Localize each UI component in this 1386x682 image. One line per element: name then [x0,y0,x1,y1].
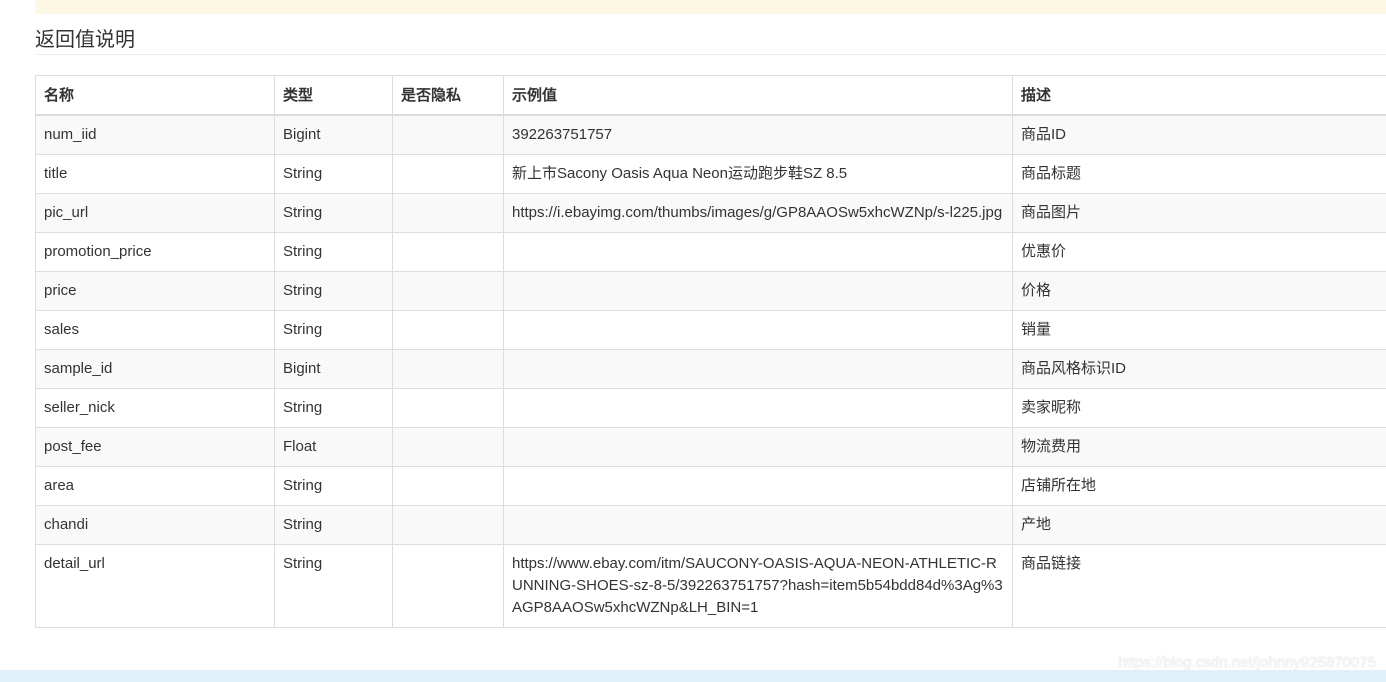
cell-description: 商品ID [1012,114,1386,155]
cell-private [392,505,504,545]
cell-name: promotion_price [35,232,275,272]
cell-private [392,427,504,467]
cell-example [503,232,1013,272]
cell-example: https://www.ebay.com/itm/SAUCONY-OASIS-A… [503,544,1013,628]
cell-private [392,310,504,350]
cell-private [392,154,504,194]
cell-name: detail_url [35,544,275,628]
cell-description: 商品链接 [1012,544,1386,628]
cell-example [503,388,1013,428]
table-row: promotion_price String 优惠价 [35,232,1386,272]
cell-name: num_iid [35,114,275,155]
table-row: num_iid Bigint 392263751757 商品ID [35,114,1386,155]
cell-example: 392263751757 [503,114,1013,155]
page: 返回值说明 名称 类型 是否隐私 示例值 描述 num_iid Bigint 392… [0,0,1386,682]
cell-description: 物流费用 [1012,427,1386,467]
cell-type: String [274,154,393,194]
cell-example [503,349,1013,389]
header-type: 类型 [274,75,393,116]
cell-description: 商品图片 [1012,193,1386,233]
cell-private [392,193,504,233]
cell-example [503,466,1013,506]
cell-private [392,544,504,628]
watermark: https://blog.csdn.net/johnny925870075 [1118,654,1376,671]
cell-example [503,427,1013,467]
table-row: sales String 销量 [35,310,1386,350]
cell-name: seller_nick [35,388,275,428]
cell-name: area [35,466,275,506]
cell-name: post_fee [35,427,275,467]
cell-description: 卖家昵称 [1012,388,1386,428]
table-row: title String 新上市Sacony Oasis Aqua Neon运动跑步… [35,154,1386,194]
cell-type: Bigint [274,114,393,155]
header-example: 示例值 [503,75,1013,116]
cell-description: 价格 [1012,271,1386,311]
cell-description: 商品标题 [1012,154,1386,194]
cell-example: https://i.ebayimg.com/thumbs/images/g/GP… [503,193,1013,233]
header-description: 描述 [1012,75,1386,116]
header-name: 名称 [35,75,275,116]
section-divider [35,54,1386,55]
cell-description: 商品风格标识ID [1012,349,1386,389]
table-header-row: 名称 类型 是否隐私 示例值 描述 [35,75,1386,116]
header-private: 是否隐私 [392,75,504,116]
cell-type: String [274,466,393,506]
table-row: chandi String 产地 [35,505,1386,545]
cell-description: 产地 [1012,505,1386,545]
cell-example [503,505,1013,545]
cell-type: String [274,310,393,350]
cell-private [392,232,504,272]
cell-private [392,271,504,311]
table-row: detail_url String https://www.ebay.com/itm… [35,544,1386,628]
cell-name: pic_url [35,193,275,233]
bottom-bar [0,670,1386,682]
cell-name: sales [35,310,275,350]
cell-name: chandi [35,505,275,545]
table-row: pic_url String https://i.ebayimg.com/thumb… [35,193,1386,233]
cell-description: 销量 [1012,310,1386,350]
cell-private [392,388,504,428]
table-row: area String 店铺所在地 [35,466,1386,506]
table-row: post_fee Float 物流费用 [35,427,1386,467]
cell-example: 新上市Sacony Oasis Aqua Neon运动跑步鞋SZ 8.5 [503,154,1013,194]
cell-private [392,466,504,506]
cell-private [392,349,504,389]
cell-private [392,114,504,155]
cell-type: String [274,232,393,272]
cell-description: 优惠价 [1012,232,1386,272]
return-values-table: 名称 类型 是否隐私 示例值 描述 num_iid Bigint 392263751… [35,75,1386,628]
cell-example [503,310,1013,350]
cell-name: price [35,271,275,311]
table-row: sample_id Bigint 商品风格标识ID [35,349,1386,389]
cell-type: Float [274,427,393,467]
cell-type: String [274,271,393,311]
cell-type: String [274,505,393,545]
cell-name: title [35,154,275,194]
cell-type: String [274,544,393,628]
cell-type: String [274,388,393,428]
table-row: price String 价格 [35,271,1386,311]
top-notice-banner [35,0,1386,14]
cell-example [503,271,1013,311]
table-row: seller_nick String 卖家昵称 [35,388,1386,428]
cell-type: Bigint [274,349,393,389]
cell-type: String [274,193,393,233]
cell-description: 店铺所在地 [1012,466,1386,506]
section-title: 返回值说明 [35,27,135,51]
cell-name: sample_id [35,349,275,389]
